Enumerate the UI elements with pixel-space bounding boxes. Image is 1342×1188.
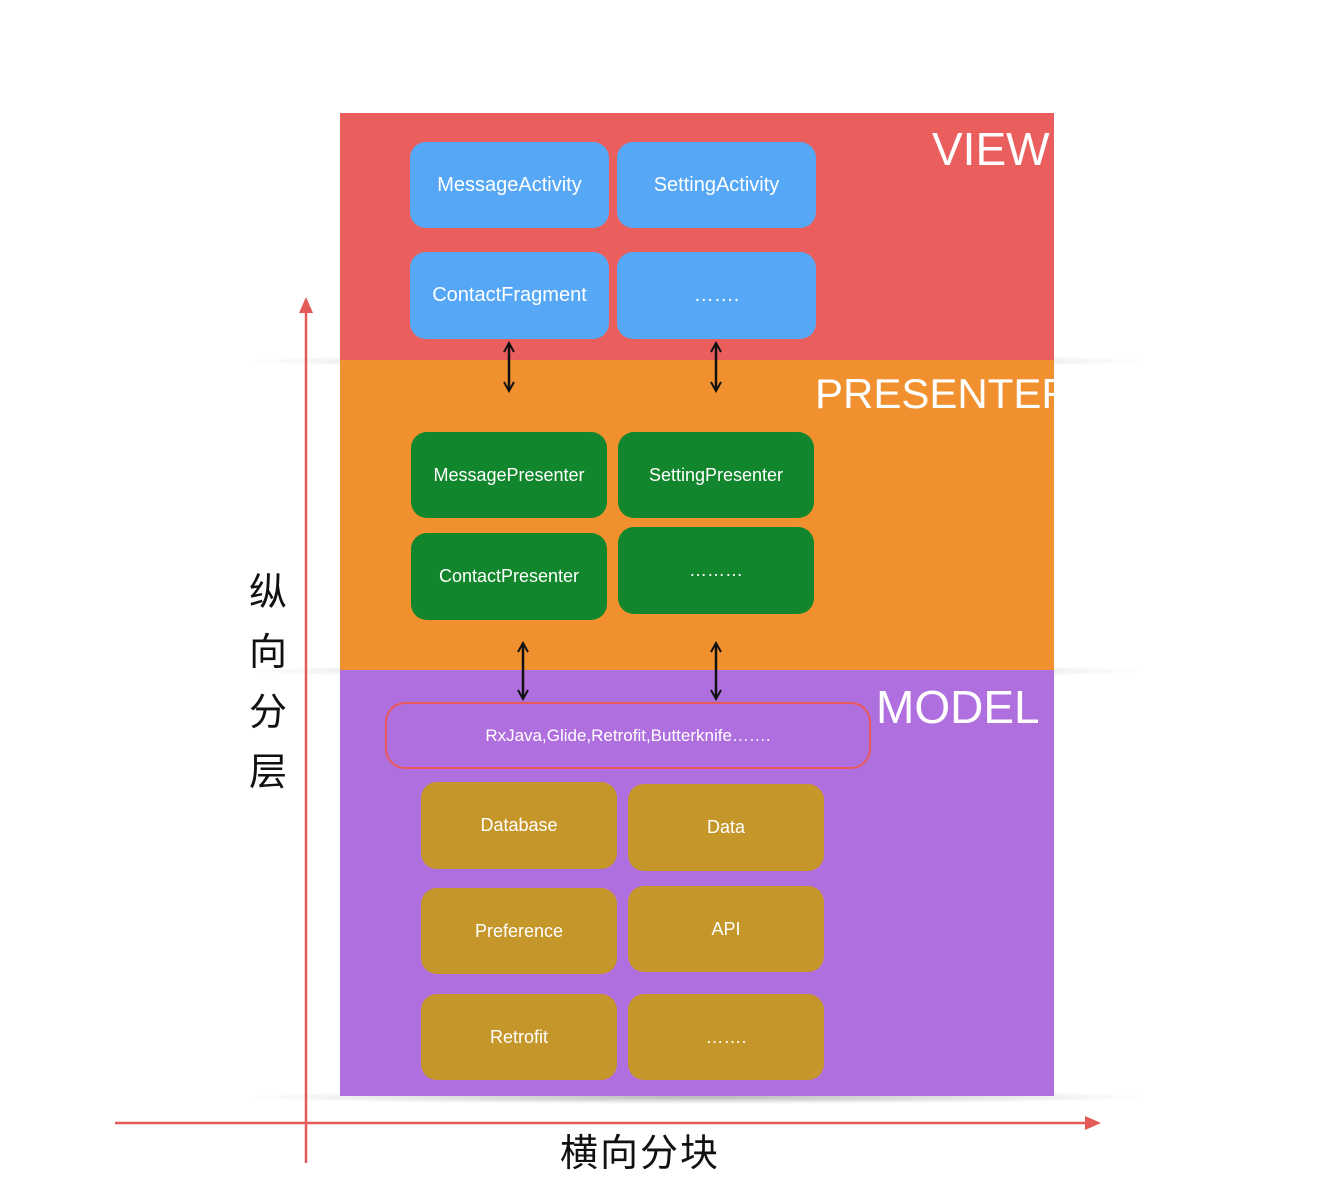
model-more-box: ……. [628,994,824,1080]
horizontal-axis-label: 横向分块 [560,1131,721,1175]
presenter-layer-title: PRESENTER [815,370,1072,417]
model-layer-title: MODEL [876,681,1040,733]
view-more-box: ……. [617,252,816,339]
vertical-axis-label: 纵向分层 [248,570,287,794]
model-retrofit-box: Retrofit [421,994,617,1080]
libraries-box: RxJava,Glide,Retrofit,Butterknife……. [385,702,871,769]
preference-box: Preference [421,888,617,974]
view-layer-title: VIEW [932,123,1050,175]
database-box: Database [421,782,617,869]
message-activity-box: MessageActivity [410,142,609,228]
contact-presenter-box: ContactPresenter [411,533,607,620]
setting-activity-box: SettingActivity [617,142,816,228]
horizontal-axis-arrowhead [1085,1116,1101,1130]
setting-presenter-box: SettingPresenter [618,432,814,518]
contact-fragment-box: ContactFragment [410,252,609,339]
message-presenter-box: MessagePresenter [411,432,607,518]
presenter-more-box: ……… [618,527,814,614]
vertical-axis-arrowhead [299,297,313,313]
api-box: API [628,886,824,972]
data-box: Data [628,784,824,871]
